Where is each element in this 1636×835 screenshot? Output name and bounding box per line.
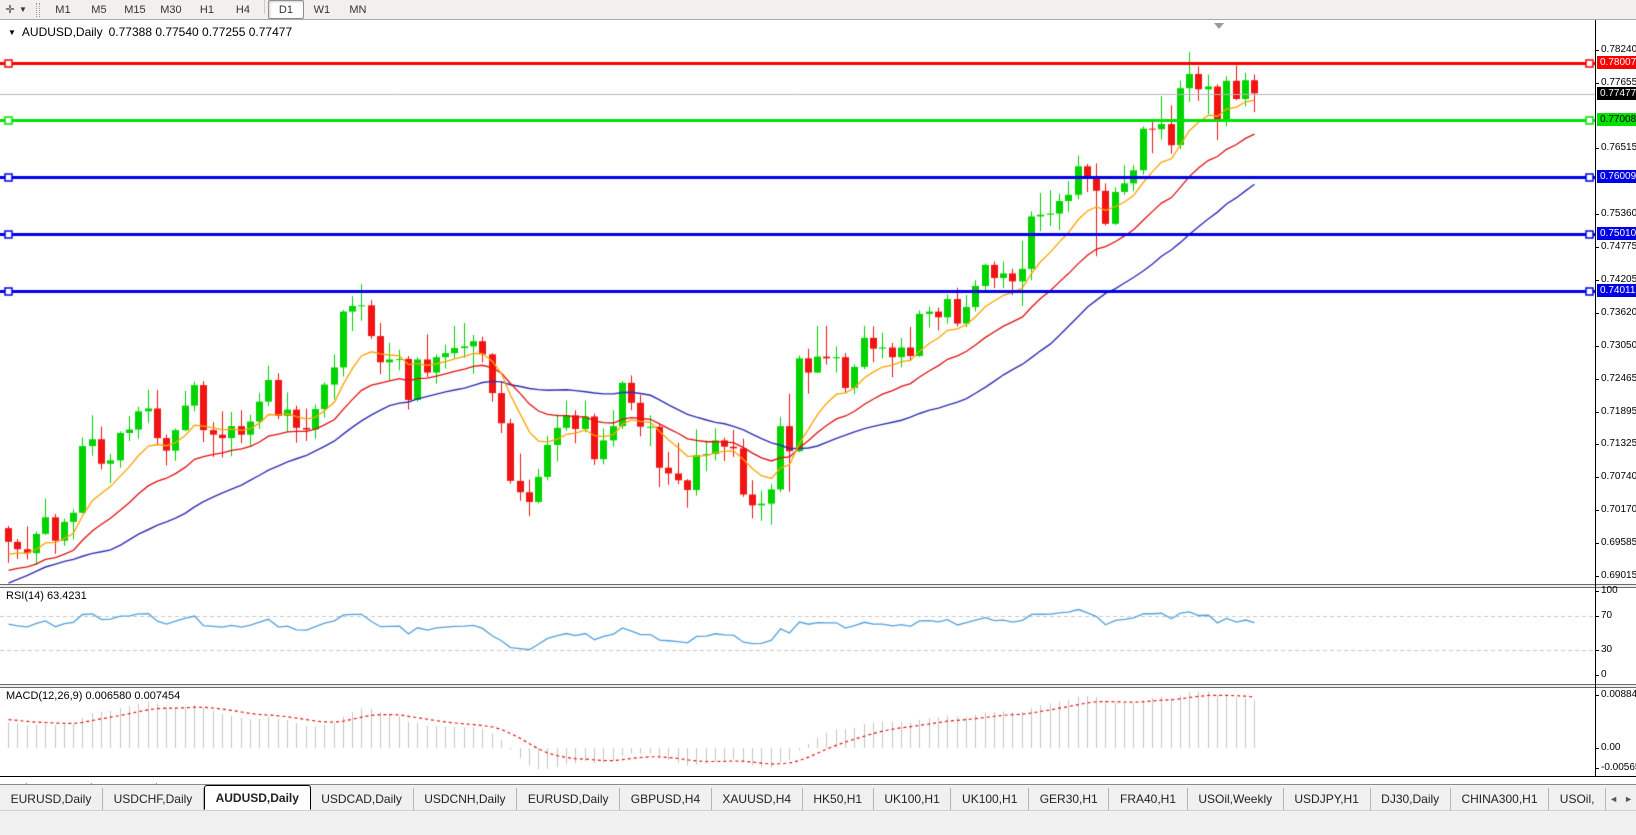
axis-tick-mark (1595, 214, 1599, 215)
axis-tick-mark (1595, 280, 1599, 281)
axis-tick-label: 0.75360 (1601, 208, 1636, 219)
chart-ohlc-values: 0.77388 0.77540 0.77255 0.77477 (109, 25, 293, 39)
axis-tick-label: 0.72465 (1601, 373, 1636, 384)
axis-tick-label: 0.00 (1601, 742, 1620, 753)
axis-tick-mark (1595, 477, 1599, 478)
axis-tick-mark (1595, 650, 1599, 651)
timeframe-toolbar: ✛ ▼ M1M5M15M30H1H4 D1W1MN (0, 0, 1636, 20)
axis-tick-mark (1595, 576, 1599, 577)
chart-tab-fra40-h1[interactable]: FRA40,H1 (1109, 788, 1187, 810)
axis-tick-mark (1595, 543, 1599, 544)
price-line-label: 0.77477 (1597, 87, 1636, 100)
axis-tick-label: 0.74775 (1601, 241, 1636, 252)
axis-tick-mark (1595, 444, 1599, 445)
axis-tick-label: 0 (1601, 669, 1607, 680)
chevron-down-icon[interactable]: ▼ (18, 5, 31, 14)
axis-tick-mark (1595, 346, 1599, 347)
price-line-label: 0.74011 (1597, 284, 1636, 297)
axis-tick-mark (1595, 591, 1599, 592)
tab-scroll-left-icon[interactable]: ◄ (1606, 788, 1621, 810)
timeframe-button-m5[interactable]: M5 (81, 0, 117, 19)
axis-tick-label: 100 (1601, 585, 1618, 596)
axis-tick-label: -0.00565 (1601, 762, 1636, 773)
axis-tick-mark (1595, 675, 1599, 676)
axis-tick-mark (1595, 510, 1599, 511)
chart-tab-usoil-[interactable]: USOil, (1549, 788, 1606, 810)
axis-tick-mark (1595, 50, 1599, 51)
chart-tab-dj30-daily[interactable]: DJ30,Daily (1371, 788, 1451, 810)
chart-tab-eurusd-daily[interactable]: EURUSD,Daily (0, 788, 103, 810)
axis-tick-mark (1595, 748, 1599, 749)
main-price-chart[interactable] (0, 20, 1595, 584)
chart-tab-audusd-daily[interactable]: AUDUSD,Daily (204, 785, 311, 810)
axis-tick-label: 0.70740 (1601, 471, 1636, 482)
axis-tick-mark (1595, 83, 1599, 84)
axis-tick-label: 0.69015 (1601, 570, 1636, 581)
timeframe-button-h1[interactable]: H1 (189, 0, 225, 19)
mt4-window: ✛ ▼ M1M5M15M30H1H4 D1W1MN ▼ AUDUSD,Daily … (0, 0, 1636, 835)
axis-tick-label: 0.00884 (1601, 689, 1636, 700)
price-line-label: 0.75010 (1597, 227, 1636, 240)
timeframe-button-mn[interactable]: MN (340, 0, 376, 19)
price-line-label: 0.76009 (1597, 170, 1636, 183)
axis-tick-label: 0.71325 (1601, 438, 1636, 449)
timeframe-button-d1[interactable]: D1 (268, 0, 304, 19)
axis-tick-mark (1595, 247, 1599, 248)
timeframe-button-m30[interactable]: M30 (153, 0, 189, 19)
timeframe-button-w1[interactable]: W1 (304, 0, 340, 19)
chart-window: ▼ AUDUSD,Daily 0.77388 0.77540 0.77255 0… (0, 20, 1636, 830)
tab-scroll-right-icon[interactable]: ► (1621, 788, 1636, 810)
timeframe-button-m1[interactable]: M1 (45, 0, 81, 19)
chart-tab-gbpusd-h4[interactable]: GBPUSD,H4 (620, 788, 712, 810)
axis-tick-mark (1595, 695, 1599, 696)
axis-tick-label: 0.73620 (1601, 307, 1636, 318)
crosshair-cursor-icon[interactable]: ✛ (2, 2, 18, 18)
axis-tick-mark (1595, 313, 1599, 314)
rsi-indicator-pane[interactable] (0, 588, 1595, 684)
chart-tab-uk100-h1[interactable]: UK100,H1 (951, 788, 1029, 810)
axis-tick-label: 30 (1601, 644, 1612, 655)
macd-label: MACD(12,26,9) 0.006580 0.007454 (6, 690, 180, 702)
toolbar-grip[interactable] (36, 3, 40, 17)
timeframe-buttons: M1M5M15M30H1H4 D1W1MN (45, 0, 376, 19)
chart-tab-hk50-h1[interactable]: HK50,H1 (803, 788, 874, 810)
axis-tick-mark (1595, 148, 1599, 149)
chart-tab-ger30-h1[interactable]: GER30,H1 (1029, 788, 1109, 810)
axis-tick-label: 0.73050 (1601, 340, 1636, 351)
rsi-label: RSI(14) 63.4231 (6, 590, 87, 602)
axis-tick-label: 0.76515 (1601, 142, 1636, 153)
price-line-label: 0.77008 (1597, 113, 1636, 126)
toolbar-separator (264, 0, 265, 14)
axis-tick-label: 0.69585 (1601, 537, 1636, 548)
price-line-label: 0.78007 (1597, 56, 1636, 69)
chart-tab-usdchf-daily[interactable]: USDCHF,Daily (103, 788, 204, 810)
price-axis-border (1595, 20, 1596, 776)
chart-tab-eurusd-daily[interactable]: EURUSD,Daily (517, 788, 620, 810)
chart-shift-marker-icon[interactable] (1214, 23, 1224, 29)
chart-tab-usdcnh-daily[interactable]: USDCNH,Daily (414, 788, 518, 810)
timeframe-button-h4[interactable]: H4 (225, 0, 261, 19)
timeframe-button-m15[interactable]: M15 (117, 0, 153, 19)
chart-tab-bar: EURUSD,DailyUSDCHF,DailyAUDUSD,DailyUSDC… (0, 784, 1636, 810)
axis-tick-mark (1595, 768, 1599, 769)
chart-tab-china300-h1[interactable]: CHINA300,H1 (1451, 788, 1549, 810)
chart-tab-usdjpy-h1[interactable]: USDJPY,H1 (1284, 788, 1371, 810)
axis-tick-mark (1595, 616, 1599, 617)
chart-tab-usdcad-daily[interactable]: USDCAD,Daily (311, 788, 414, 810)
axis-tick-label: 70 (1601, 610, 1612, 621)
chart-title: ▼ AUDUSD,Daily 0.77388 0.77540 0.77255 0… (8, 25, 292, 39)
axis-tick-label: 0.71895 (1601, 406, 1636, 417)
axis-tick-label: 0.70170 (1601, 504, 1636, 515)
chart-tab-xauusd-h4[interactable]: XAUUSD,H4 (712, 788, 803, 810)
axis-tick-mark (1595, 379, 1599, 380)
status-strip (0, 810, 1636, 835)
axis-tick-label: 0.78240 (1601, 44, 1636, 55)
chart-symbol-label: AUDUSD,Daily (22, 25, 103, 39)
chart-tab-usoil-weekly[interactable]: USOil,Weekly (1188, 788, 1284, 810)
chart-tab-uk100-h1[interactable]: UK100,H1 (874, 788, 952, 810)
expand-triangle-icon[interactable]: ▼ (8, 28, 16, 37)
macd-indicator-pane[interactable] (0, 688, 1595, 776)
axis-tick-mark (1595, 412, 1599, 413)
